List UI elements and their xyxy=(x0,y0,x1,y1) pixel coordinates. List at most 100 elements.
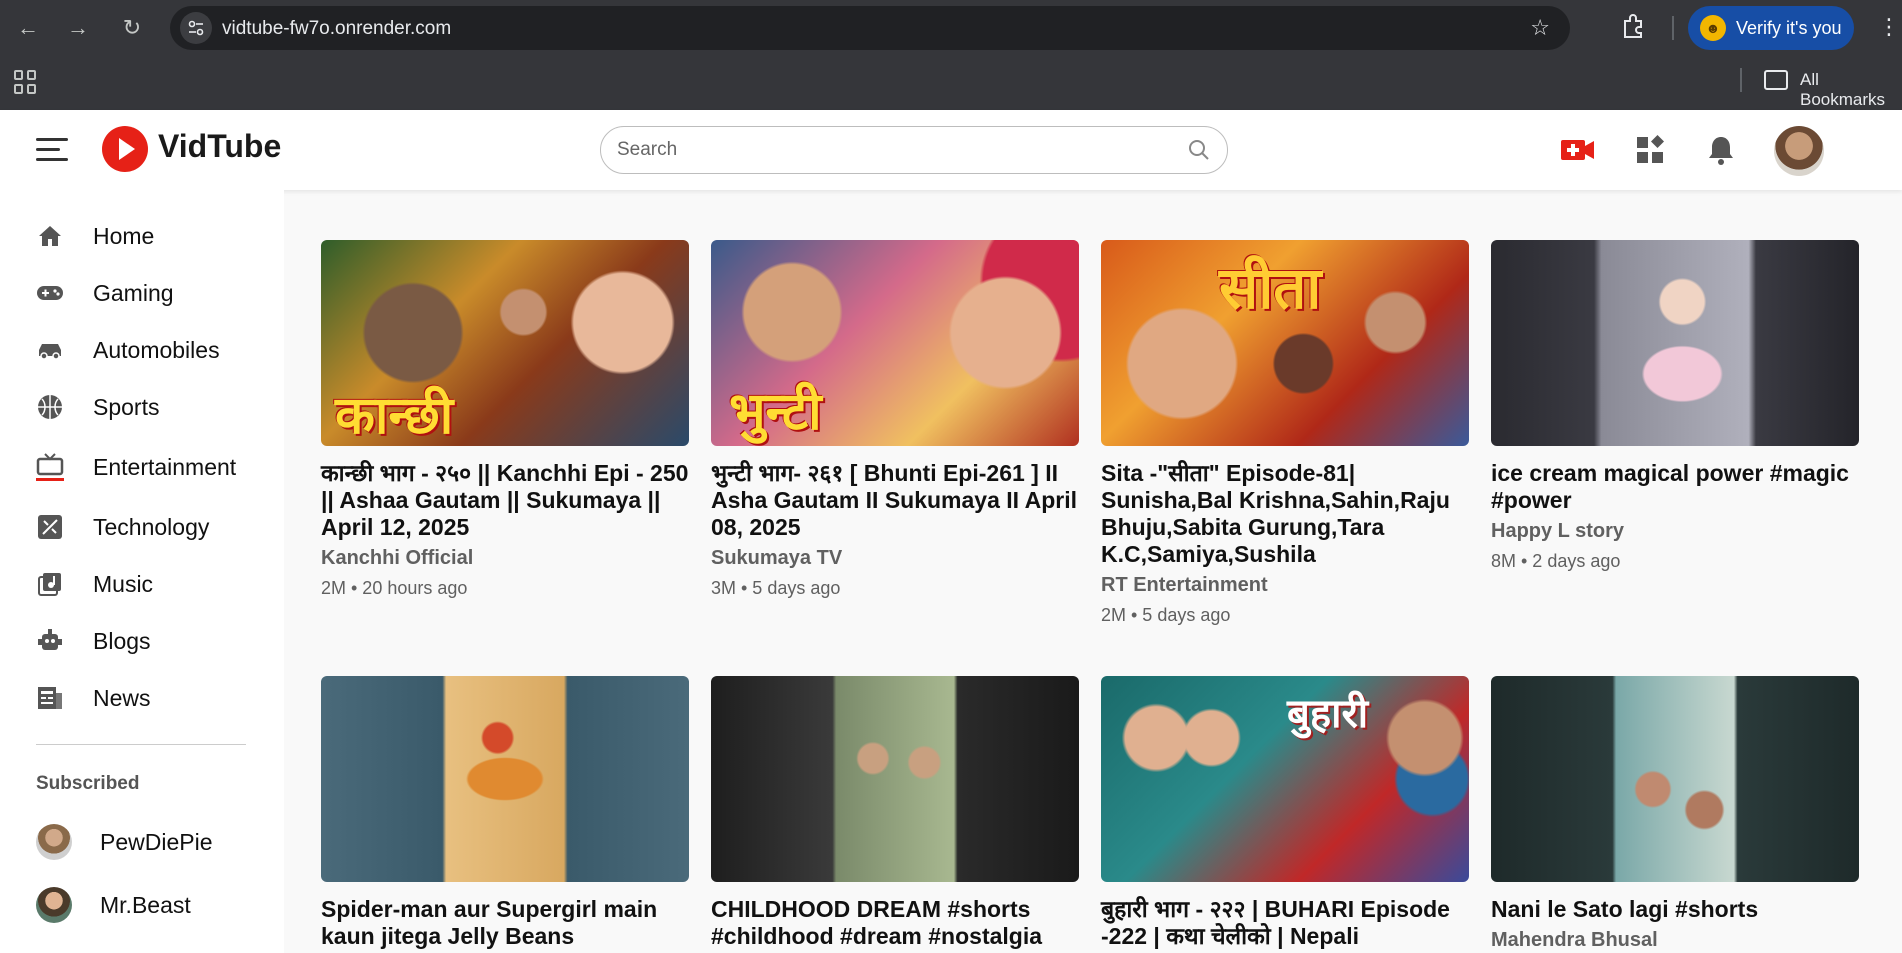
sidebar-item-technology[interactable]: Technology xyxy=(36,507,266,547)
sidebar-item-label: Technology xyxy=(93,513,210,540)
all-bookmarks-label[interactable]: All Bookmarks xyxy=(1800,70,1902,110)
video-card[interactable]: बुहारी बुहारी भाग - २२२ | BUHARI Episode… xyxy=(1101,676,1469,950)
forward-icon[interactable]: → xyxy=(62,12,94,44)
address-bar[interactable]: vidtube-fw7o.onrender.com ☆ xyxy=(170,6,1570,50)
video-title[interactable]: Sita -"सीता" Episode-81| Sunisha,Bal Kri… xyxy=(1101,460,1469,568)
back-icon[interactable]: ← xyxy=(12,12,44,44)
video-card[interactable]: ice cream magical power #magic #power Ha… xyxy=(1491,240,1859,572)
profile-verify-button[interactable]: ☻ Verify it's you xyxy=(1688,6,1854,50)
toolbar-separator xyxy=(1672,16,1674,40)
logo-play-icon[interactable] xyxy=(102,126,148,172)
reload-icon[interactable]: ↻ xyxy=(116,12,148,44)
news-icon xyxy=(36,684,64,712)
video-card[interactable]: सीता Sita -"सीता" Episode-81| Sunisha,Ba… xyxy=(1101,240,1469,626)
browser-menu-icon[interactable]: ⋮ xyxy=(1878,14,1900,40)
video-card[interactable]: Nani le Sato lagi #shorts Mahendra Bhusa… xyxy=(1491,676,1859,952)
video-title[interactable]: Nani le Sato lagi #shorts xyxy=(1491,896,1859,923)
notification-bell-icon[interactable] xyxy=(1706,134,1742,166)
video-meta: 8M • 2 days ago xyxy=(1491,551,1621,571)
channel-name[interactable]: Kanchhi Official xyxy=(321,547,689,570)
video-thumbnail[interactable]: बुहारी xyxy=(1101,676,1469,882)
upload-video-icon[interactable] xyxy=(1560,134,1596,166)
search-icon[interactable] xyxy=(1187,138,1211,167)
channel-name[interactable]: RT Entertainment xyxy=(1101,574,1469,597)
bookmarks-separator xyxy=(1740,68,1742,92)
sidebar-item-automobiles[interactable]: Automobiles xyxy=(36,330,266,370)
app-logo-text[interactable]: VidTube xyxy=(158,128,281,165)
folder-icon[interactable] xyxy=(1764,70,1788,90)
tech-icon xyxy=(36,513,64,541)
sidebar-item-music[interactable]: Music xyxy=(36,564,266,604)
sidebar-item-blogs[interactable]: Blogs xyxy=(36,621,266,661)
thumbnail-title-text: सीता xyxy=(1219,256,1322,321)
sidebar-item-label: Entertainment xyxy=(93,453,237,480)
subscription-name: PewDiePie xyxy=(100,828,213,855)
video-thumbnail[interactable] xyxy=(1491,676,1859,882)
channel-name[interactable]: Mahendra Bhusal xyxy=(1491,929,1859,952)
sidebar: Home Gaming Automobiles Sports Entertain… xyxy=(0,190,284,953)
sidebar-item-label: Blogs xyxy=(93,627,151,654)
video-card[interactable]: कान्छी कान्छी भाग - २५० || Kanchhi Epi -… xyxy=(321,240,689,599)
video-title[interactable]: बुहारी भाग - २२२ | BUHARI Episode -222 |… xyxy=(1101,896,1469,950)
video-thumbnail[interactable] xyxy=(321,676,689,882)
video-thumbnail[interactable]: भुन्टी xyxy=(711,240,1079,446)
video-title[interactable]: कान्छी भाग - २५० || Kanchhi Epi - 250 ||… xyxy=(321,460,689,541)
home-icon xyxy=(36,222,64,250)
apps-grid-icon[interactable] xyxy=(14,70,38,94)
video-thumbnail[interactable]: सीता xyxy=(1101,240,1469,446)
sidebar-item-entertainment[interactable]: Entertainment xyxy=(36,447,266,487)
sidebar-item-gaming[interactable]: Gaming xyxy=(36,273,266,313)
video-meta: 2M • 20 hours ago xyxy=(321,578,468,598)
sidebar-item-label: News xyxy=(93,684,151,711)
sidebar-divider xyxy=(36,744,246,745)
gamepad-icon xyxy=(36,279,64,307)
basketball-icon xyxy=(36,393,64,421)
video-title[interactable]: ice cream magical power #magic #power xyxy=(1491,460,1859,514)
video-thumbnail[interactable] xyxy=(1491,240,1859,446)
sidebar-item-sports[interactable]: Sports xyxy=(36,387,266,427)
video-meta: 3M • 5 days ago xyxy=(711,578,841,598)
search-input[interactable] xyxy=(617,135,1157,165)
site-info-icon[interactable] xyxy=(180,12,212,44)
subscription-name: Mr.Beast xyxy=(100,891,191,918)
channel-avatar xyxy=(36,824,72,860)
user-avatar[interactable] xyxy=(1774,126,1824,176)
subscribed-heading: Subscribed xyxy=(36,773,140,794)
tv-icon xyxy=(36,453,64,481)
subscription-item[interactable]: PewDiePie xyxy=(36,822,213,862)
video-title[interactable]: भुन्टी भाग- २६१ [ Bhunti Epi-261 ] II As… xyxy=(711,460,1079,541)
video-card[interactable]: CHILDHOOD DREAM #shorts #childhood #drea… xyxy=(711,676,1079,950)
bookmark-star-icon[interactable]: ☆ xyxy=(1530,15,1550,41)
channel-name[interactable]: Happy L story xyxy=(1491,520,1859,543)
music-icon xyxy=(36,570,64,598)
sidebar-item-home[interactable]: Home xyxy=(36,216,266,256)
channel-avatar xyxy=(36,887,72,923)
menu-icon[interactable] xyxy=(36,138,68,162)
video-title[interactable]: Spider-man aur Supergirl main kaun jiteg… xyxy=(321,896,689,950)
sidebar-item-label: Gaming xyxy=(93,279,174,306)
thumbnail-title-text: कान्छी xyxy=(335,387,454,445)
sidebar-item-label: Music xyxy=(93,570,154,597)
bookmarks-bar xyxy=(0,56,1902,110)
sidebar-item-news[interactable]: News xyxy=(36,678,266,718)
video-thumbnail[interactable]: कान्छी xyxy=(321,240,689,446)
video-title[interactable]: CHILDHOOD DREAM #shorts #childhood #drea… xyxy=(711,896,1079,950)
app-header: VidTube xyxy=(0,110,1902,190)
video-card[interactable]: Spider-man aur Supergirl main kaun jiteg… xyxy=(321,676,689,950)
sidebar-item-label: Sports xyxy=(93,393,160,420)
video-meta: 2M • 5 days ago xyxy=(1101,605,1231,625)
thumbnail-title-text: भुन्टी xyxy=(729,383,822,441)
car-icon xyxy=(36,336,64,364)
extensions-icon[interactable] xyxy=(1620,12,1652,44)
subscription-item[interactable]: Mr.Beast xyxy=(36,885,191,925)
video-thumbnail[interactable] xyxy=(711,676,1079,882)
browser-toolbar: ← → ↻ vidtube-fw7o.onrender.com ☆ ☻ Veri… xyxy=(0,0,1902,56)
sidebar-item-label: Home xyxy=(93,222,155,249)
channel-name[interactable]: Sukumaya TV xyxy=(711,547,1079,570)
apps-dashboard-icon[interactable] xyxy=(1634,134,1670,166)
thumbnail-title-text: बुहारी xyxy=(1287,692,1369,736)
sidebar-item-label: Automobiles xyxy=(93,336,220,363)
search-bar xyxy=(600,126,1228,174)
url-text: vidtube-fw7o.onrender.com xyxy=(222,18,452,39)
video-card[interactable]: भुन्टी भुन्टी भाग- २६१ [ Bhunti Epi-261 … xyxy=(711,240,1079,599)
